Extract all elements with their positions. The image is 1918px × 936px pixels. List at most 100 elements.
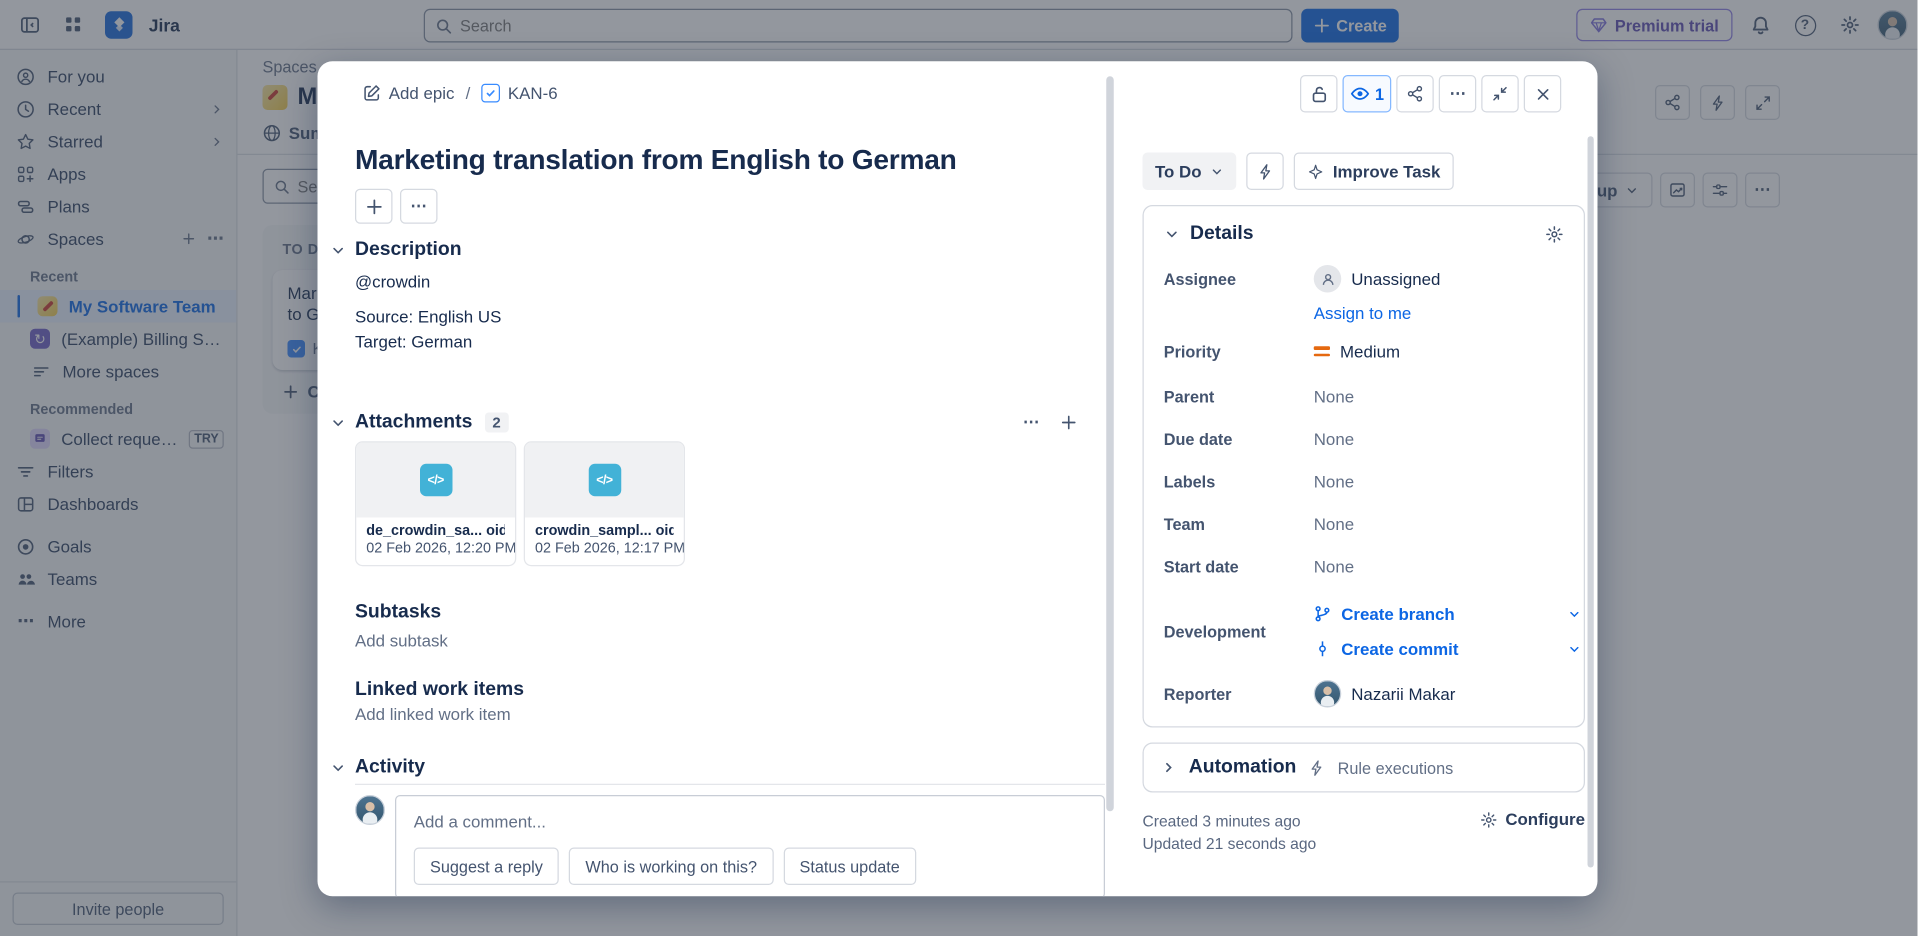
watch-button[interactable]: 1 xyxy=(1343,75,1392,113)
improve-task-button[interactable]: Improve Task xyxy=(1294,153,1454,191)
ellipsis-icon: ⋯ xyxy=(1449,84,1466,104)
attachments-list: </> de_crowdin_sa... oid.xml 02 Feb 2026… xyxy=(355,441,1105,566)
chevron-down-icon xyxy=(1568,642,1582,656)
more-actions-button[interactable]: ⋯ xyxy=(1439,75,1477,113)
reporter-avatar xyxy=(1314,680,1342,708)
chevron-down-icon xyxy=(330,759,348,775)
details-heading: Details xyxy=(1190,223,1254,246)
attachment-name: crowdin_sampl... oid.xml xyxy=(535,524,674,539)
description-section-header[interactable]: Description xyxy=(355,239,1105,262)
updated-timestamp: Updated 21 seconds ago xyxy=(1143,833,1317,856)
automation-heading: Automation xyxy=(1189,756,1297,779)
comment-editor[interactable]: Add a comment... Suggest a reply Who is … xyxy=(395,795,1105,896)
parent-value[interactable]: None xyxy=(1314,387,1354,406)
app-viewport: Jira Create Premium trial ? xyxy=(0,0,1918,936)
assignee-value[interactable]: Unassigned xyxy=(1314,265,1441,293)
quick-reply-suggest-button[interactable]: Suggest a reply xyxy=(414,848,559,886)
watchers-count: 1 xyxy=(1375,84,1384,103)
modal-breadcrumb: Add epic / KAN-6 xyxy=(363,84,558,103)
add-linked-item-button[interactable]: Add linked work item xyxy=(355,705,1105,724)
xml-file-icon: </> xyxy=(588,464,621,497)
side-panel-scrollbar[interactable] xyxy=(1588,136,1594,867)
work-item-title[interactable]: Marketing translation from English to Ge… xyxy=(355,141,1105,179)
attachment-card[interactable]: </> crowdin_sampl... oid.xml 02 Feb 2026… xyxy=(524,441,685,566)
add-epic-button[interactable]: Add epic xyxy=(363,84,455,103)
attachments-count-badge: 2 xyxy=(485,413,508,433)
eye-icon xyxy=(1350,84,1370,104)
share-icon xyxy=(1407,85,1425,103)
title-more-button[interactable]: ⋯ xyxy=(400,189,438,224)
close-button[interactable] xyxy=(1524,75,1562,113)
comment-area: Add a comment... Suggest a reply Who is … xyxy=(355,795,1105,896)
priority-label: Priority xyxy=(1164,342,1314,361)
labels-value[interactable]: None xyxy=(1314,472,1354,491)
due-date-value[interactable]: None xyxy=(1314,429,1354,448)
description-mention[interactable]: @crowdin xyxy=(355,271,1105,294)
create-branch-link[interactable]: Create branch xyxy=(1314,599,1582,629)
edit-icon xyxy=(363,84,382,103)
automation-panel[interactable]: Automation Rule executions xyxy=(1143,743,1586,793)
add-content-button[interactable] xyxy=(355,189,393,224)
minimize-button[interactable] xyxy=(1482,75,1520,113)
development-label: Development xyxy=(1164,622,1314,641)
branch-icon xyxy=(1314,605,1332,623)
close-icon xyxy=(1535,86,1551,102)
attachment-card[interactable]: </> de_crowdin_sa... oid.xml 02 Feb 2026… xyxy=(355,441,516,566)
issue-key-link[interactable]: KAN-6 xyxy=(482,84,558,103)
modal-main-column: Marketing translation from English to Ge… xyxy=(318,134,1106,897)
start-date-label: Start date xyxy=(1164,557,1314,576)
description-source: Source: English US xyxy=(355,306,1105,329)
priority-medium-icon xyxy=(1314,346,1330,356)
chevron-down-icon xyxy=(1568,607,1582,621)
team-label: Team xyxy=(1164,514,1314,533)
reporter-value[interactable]: Nazarii Makar xyxy=(1314,680,1456,708)
actions-bolt-button[interactable] xyxy=(1247,153,1285,191)
work-item-modal: Add epic / KAN-6 1 ⋯ Marketing translati… xyxy=(318,61,1598,896)
start-date-value[interactable]: None xyxy=(1314,557,1354,576)
attachments-more-button[interactable]: ⋯ xyxy=(1015,408,1048,438)
quick-reply-row: Suggest a reply Who is working on this? … xyxy=(414,848,1087,886)
create-commit-link[interactable]: Create commit xyxy=(1314,634,1582,664)
commit-icon xyxy=(1314,640,1332,658)
attachment-date: 02 Feb 2026, 12:17 PM xyxy=(535,541,674,556)
activity-section-header[interactable]: Activity xyxy=(355,756,1105,779)
task-type-icon xyxy=(482,84,501,103)
modal-side-panel: To Do Improve Task Details Assignee xyxy=(1143,153,1586,856)
configure-button[interactable]: Configure xyxy=(1480,810,1585,855)
subtasks-section-header: Subtasks xyxy=(355,601,1105,624)
labels-label: Labels xyxy=(1164,472,1314,491)
assign-to-me-link[interactable]: Assign to me xyxy=(1314,303,1412,322)
bolt-icon xyxy=(1309,759,1325,775)
attachment-date: 02 Feb 2026, 12:20 PM xyxy=(366,541,505,556)
reporter-label: Reporter xyxy=(1164,684,1314,703)
chevron-down-icon[interactable] xyxy=(1164,226,1180,242)
details-settings-icon[interactable] xyxy=(1545,224,1564,243)
chevron-right-icon xyxy=(1161,760,1176,775)
unlock-icon xyxy=(1309,84,1328,103)
description-target: Target: German xyxy=(355,331,1105,354)
chevron-down-icon xyxy=(330,414,348,430)
status-dropdown[interactable]: To Do xyxy=(1143,153,1237,191)
modal-scrollbar[interactable] xyxy=(1106,76,1114,811)
team-value[interactable]: None xyxy=(1314,514,1354,533)
breadcrumb-separator: / xyxy=(466,84,471,103)
rule-executions-label[interactable]: Rule executions xyxy=(1338,758,1454,777)
comment-placeholder: Add a comment... xyxy=(414,813,1087,832)
bolt-icon xyxy=(1257,163,1273,179)
quick-reply-who-button[interactable]: Who is working on this? xyxy=(569,848,773,886)
gear-icon xyxy=(1480,811,1498,829)
assignee-label: Assignee xyxy=(1164,269,1314,288)
share-button[interactable] xyxy=(1397,75,1435,113)
lock-button[interactable] xyxy=(1300,75,1338,113)
priority-value[interactable]: Medium xyxy=(1314,342,1400,361)
xml-file-icon: </> xyxy=(419,464,452,497)
attachments-add-button[interactable] xyxy=(1053,408,1086,438)
chevron-down-icon xyxy=(330,242,348,258)
attachments-toggle[interactable]: Attachments 2 xyxy=(355,411,508,434)
created-timestamp: Created 3 minutes ago xyxy=(1143,810,1317,833)
quick-reply-status-button[interactable]: Status update xyxy=(783,848,916,886)
sparkle-icon xyxy=(1308,163,1324,179)
details-panel: Details Assignee Unassigned Assign to me… xyxy=(1143,205,1586,728)
add-subtask-button[interactable]: Add subtask xyxy=(355,631,1105,650)
divider xyxy=(355,784,1105,785)
